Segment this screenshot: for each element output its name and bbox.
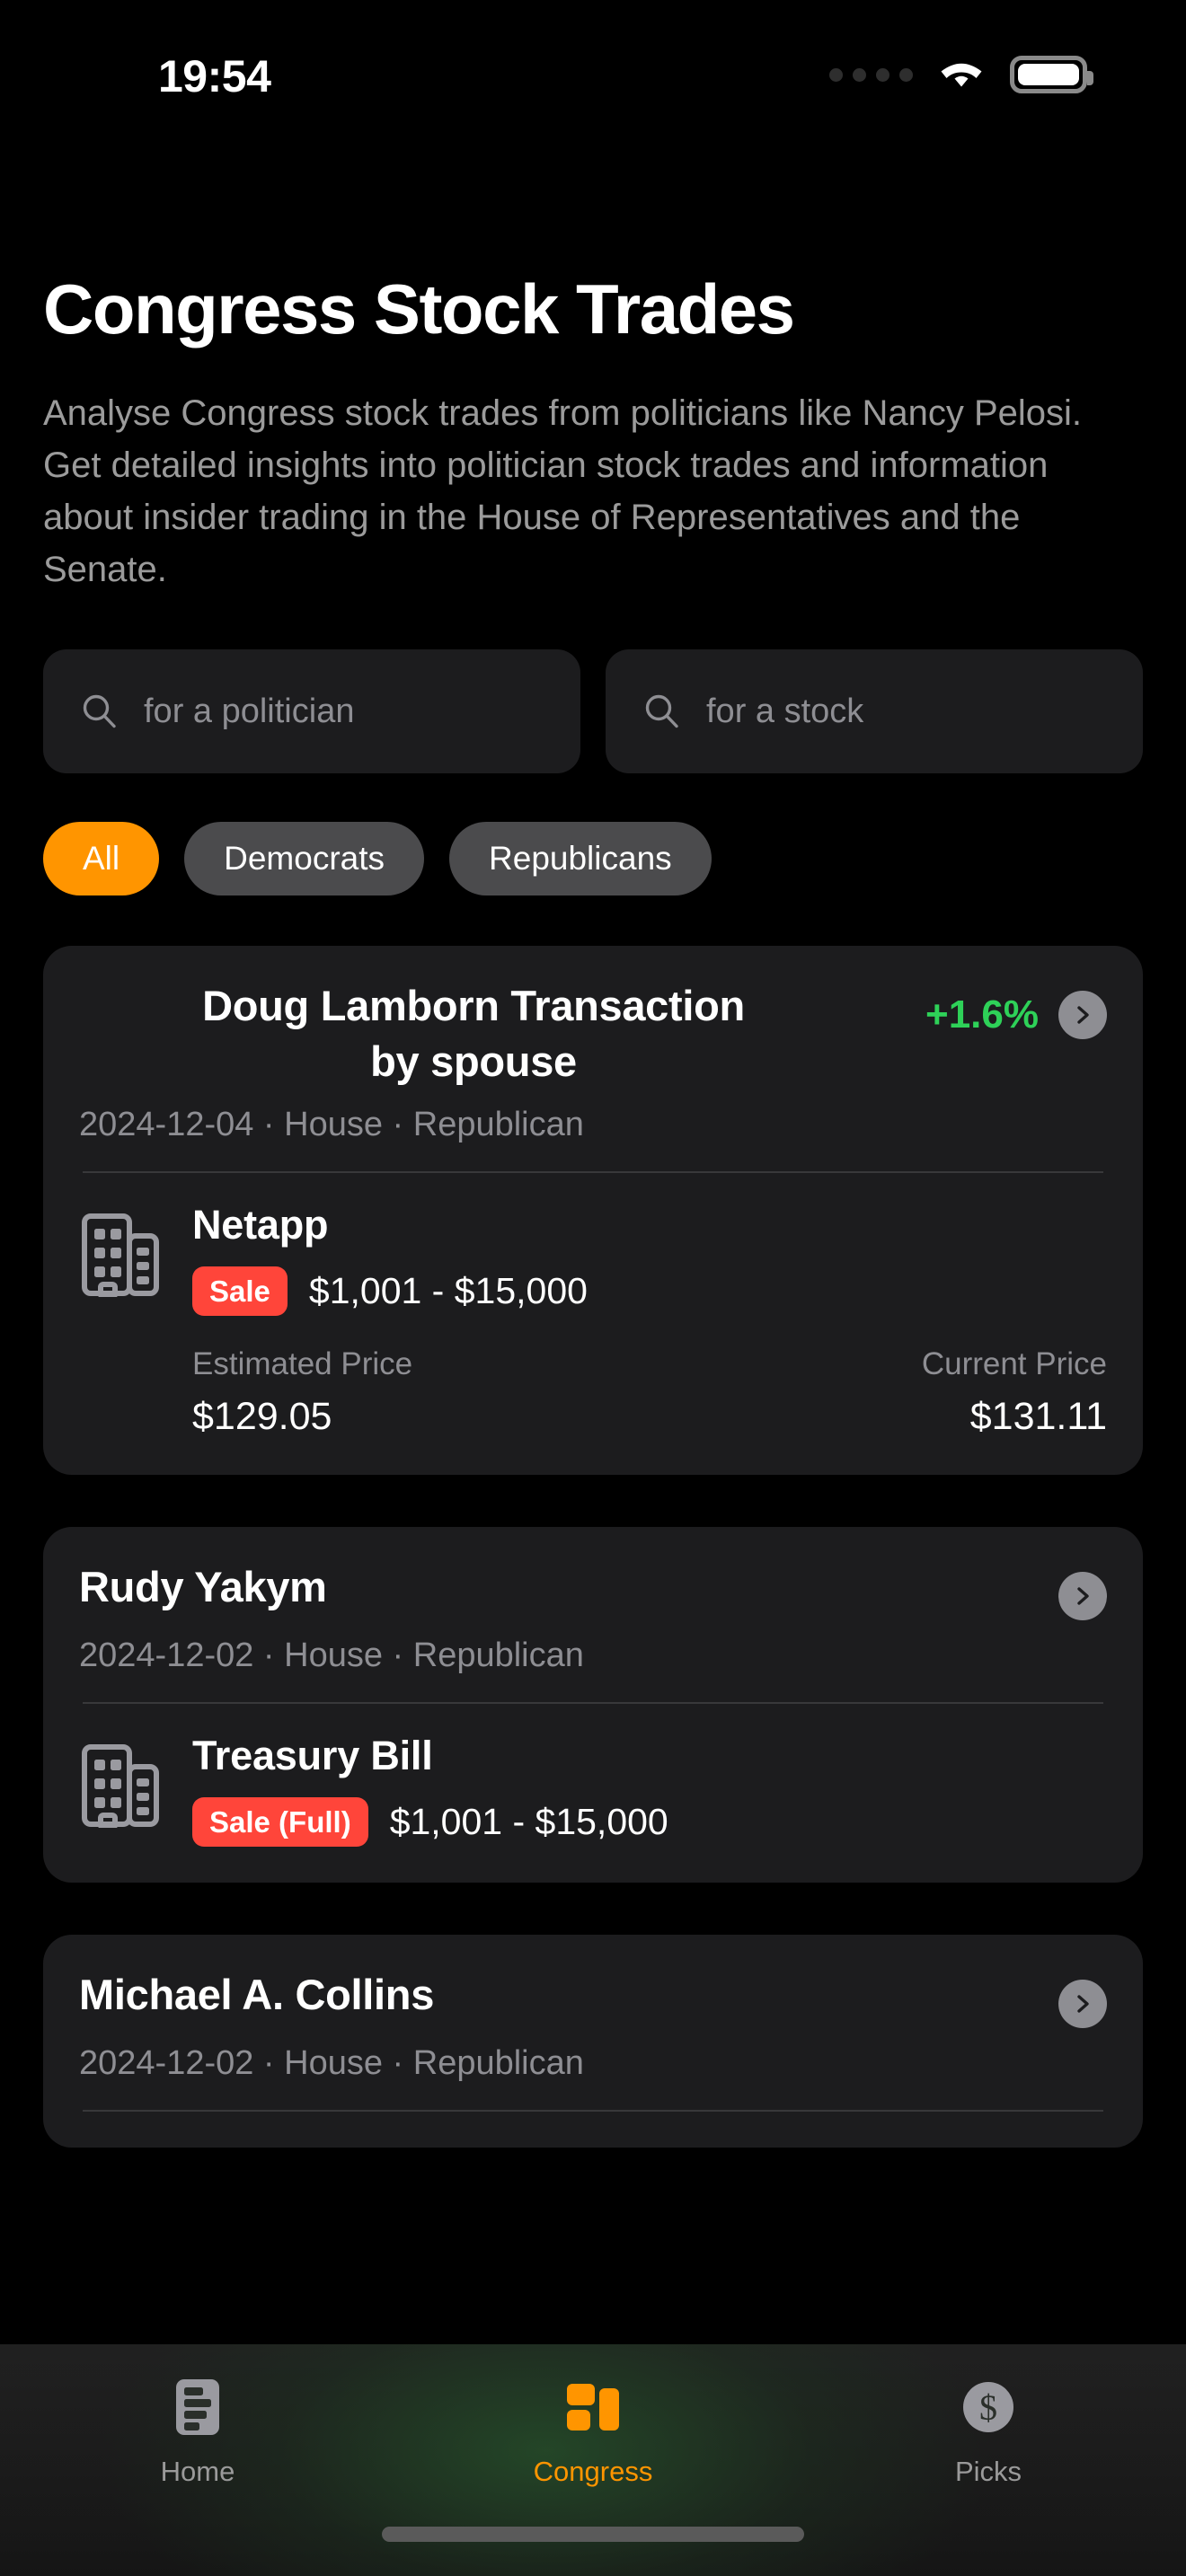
holding-amount-row: Sale (Full) $1,001 - $15,000 bbox=[192, 1797, 1107, 1848]
trade-holding: Netapp Sale $1,001 - $15,000 Estimated P… bbox=[79, 1202, 1107, 1439]
trade-card[interactable]: Rudy Yakym 2024-12-02 · House · Republic… bbox=[43, 1527, 1143, 1883]
party-filter-group: All Democrats Republicans bbox=[43, 822, 1186, 895]
filter-pill-democrats-label: Democrats bbox=[224, 840, 385, 877]
holding-stock-name: Treasury Bill bbox=[192, 1733, 433, 1779]
transaction-amount-range: $1,001 - $15,000 bbox=[389, 1801, 668, 1843]
card-divider bbox=[83, 1702, 1103, 1705]
trade-card-politician-name: Doug Lamborn Transaction by spouse bbox=[79, 978, 904, 1090]
home-list-icon bbox=[176, 2379, 219, 2435]
trade-card-meta: 2024-12-04 · House · Republican bbox=[79, 1106, 584, 1144]
chevron-right-icon bbox=[1077, 1995, 1089, 2013]
building-icon bbox=[82, 1744, 159, 1829]
bottom-tab-bar: Home Congress $ Picks bbox=[0, 2344, 1186, 2576]
battery-level-fill bbox=[1018, 64, 1079, 85]
politician-search-field[interactable]: for a politician bbox=[43, 649, 580, 773]
tab-congress[interactable]: Congress bbox=[395, 2375, 791, 2488]
stock-search-placeholder: for a stock bbox=[706, 692, 864, 730]
current-price-label: Current Price bbox=[921, 1346, 1107, 1382]
holding-details: Netapp Sale $1,001 - $15,000 Estimated P… bbox=[192, 1202, 1107, 1439]
svg-text:$: $ bbox=[979, 2387, 997, 2428]
politician-search-placeholder: for a politician bbox=[144, 692, 355, 730]
trade-card-header-right bbox=[1058, 1559, 1107, 1621]
transaction-amount-range: $1,001 - $15,000 bbox=[308, 1270, 588, 1312]
status-bar-indicators bbox=[829, 56, 1093, 93]
signal-dot bbox=[853, 67, 866, 82]
chevron-right-icon bbox=[1077, 1587, 1089, 1605]
current-price-value: $131.11 bbox=[969, 1395, 1107, 1439]
transaction-type-badge: Sale (Full) bbox=[192, 1797, 368, 1848]
performance-change-badge: +1.6% bbox=[925, 992, 1039, 1037]
trade-card-header-right bbox=[1058, 1967, 1107, 2029]
filter-pill-democrats[interactable]: Democrats bbox=[184, 822, 425, 895]
search-icon bbox=[645, 694, 678, 728]
tab-picks[interactable]: $ Picks bbox=[791, 2375, 1186, 2488]
trade-card-list: Doug Lamborn Transaction by spouse +1.6%… bbox=[43, 946, 1143, 2148]
current-price-column: Current Price $131.11 bbox=[922, 1346, 1107, 1439]
stock-search-field[interactable]: for a stock bbox=[606, 649, 1143, 773]
signal-dot bbox=[829, 67, 843, 82]
card-detail-button[interactable] bbox=[1058, 1572, 1107, 1621]
trade-card[interactable]: Michael A. Collins 2024-12-02 · House · … bbox=[43, 1935, 1143, 2148]
filter-pill-all[interactable]: All bbox=[43, 822, 160, 895]
holding-details: Treasury Bill Sale (Full) $1,001 - $15,0… bbox=[192, 1733, 1107, 1848]
congress-blocks-icon bbox=[567, 2384, 619, 2430]
tab-home-label: Home bbox=[160, 2456, 235, 2487]
estimated-price-column: Estimated Price $129.05 bbox=[192, 1346, 412, 1439]
trade-card-meta: 2024-12-02 · House · Republican bbox=[79, 2044, 584, 2083]
page-title: Congress Stock Trades bbox=[43, 269, 795, 348]
trade-card[interactable]: Doug Lamborn Transaction by spouse +1.6%… bbox=[43, 946, 1143, 1476]
tab-picks-icon-wrap: $ bbox=[961, 2375, 1015, 2439]
estimated-price-value: $129.05 bbox=[192, 1395, 332, 1439]
tab-congress-label: Congress bbox=[533, 2456, 653, 2487]
tab-picks-label: Picks bbox=[954, 2456, 1022, 2487]
signal-dot bbox=[876, 67, 890, 82]
signal-dots-icon bbox=[829, 67, 913, 82]
chevron-right-icon bbox=[1077, 1006, 1089, 1024]
holding-amount-row: Sale $1,001 - $15,000 bbox=[192, 1266, 1107, 1317]
trade-card-header: Rudy Yakym bbox=[79, 1559, 1107, 1621]
signal-dot bbox=[899, 67, 913, 82]
filter-pill-republicans[interactable]: Republicans bbox=[449, 822, 712, 895]
estimated-price-label: Estimated Price bbox=[192, 1346, 413, 1382]
dollar-circle-icon: $ bbox=[963, 2382, 1013, 2432]
trade-card-politician-name: Rudy Yakym bbox=[79, 1563, 327, 1611]
scroll-content[interactable]: Congress Stock Trades Analyse Congress s… bbox=[0, 135, 1186, 2344]
battery-full-icon bbox=[1010, 56, 1093, 93]
trade-card-header: Doug Lamborn Transaction by spouse +1.6% bbox=[79, 978, 1107, 1090]
home-indicator bbox=[382, 2527, 804, 2542]
status-bar-time: 19:54 bbox=[158, 51, 271, 101]
page-description: Analyse Congress stock trades from polit… bbox=[43, 393, 1083, 589]
status-bar: 19:54 bbox=[0, 0, 1186, 135]
trade-card-politician-name: Michael A. Collins bbox=[79, 1971, 435, 2019]
wifi-icon bbox=[941, 63, 982, 87]
filter-pill-all-label: All bbox=[83, 840, 120, 877]
card-detail-button[interactable] bbox=[1058, 991, 1107, 1039]
tab-home-icon-wrap bbox=[175, 2375, 220, 2439]
search-row: for a politician for a stock bbox=[43, 649, 1143, 773]
trade-card-header: Michael A. Collins bbox=[79, 1967, 1107, 2029]
card-detail-button[interactable] bbox=[1058, 1980, 1107, 2029]
trade-card-meta: 2024-12-02 · House · Republican bbox=[79, 1636, 584, 1675]
politician-name-line-2: by spouse bbox=[370, 1037, 577, 1086]
app-screen: 19:54 Congress Stock Trades Analyse Cong… bbox=[0, 0, 1186, 2576]
politician-name-line-1: Doug Lamborn Transaction bbox=[202, 982, 745, 1029]
card-divider bbox=[83, 2110, 1103, 2113]
holding-stock-name: Netapp bbox=[192, 1202, 329, 1248]
trade-holding: Treasury Bill Sale (Full) $1,001 - $15,0… bbox=[79, 1733, 1107, 1848]
trade-card-header-right: +1.6% bbox=[925, 978, 1107, 1039]
tab-home[interactable]: Home bbox=[0, 2375, 395, 2488]
building-icon bbox=[82, 1213, 159, 1298]
filter-pill-republicans-label: Republicans bbox=[489, 840, 672, 877]
card-divider bbox=[83, 1171, 1103, 1174]
tab-congress-icon-wrap bbox=[564, 2375, 622, 2439]
price-comparison: Estimated Price $129.05 Current Price $1… bbox=[192, 1346, 1107, 1439]
search-icon bbox=[83, 694, 116, 728]
transaction-type-badge: Sale bbox=[192, 1266, 288, 1317]
